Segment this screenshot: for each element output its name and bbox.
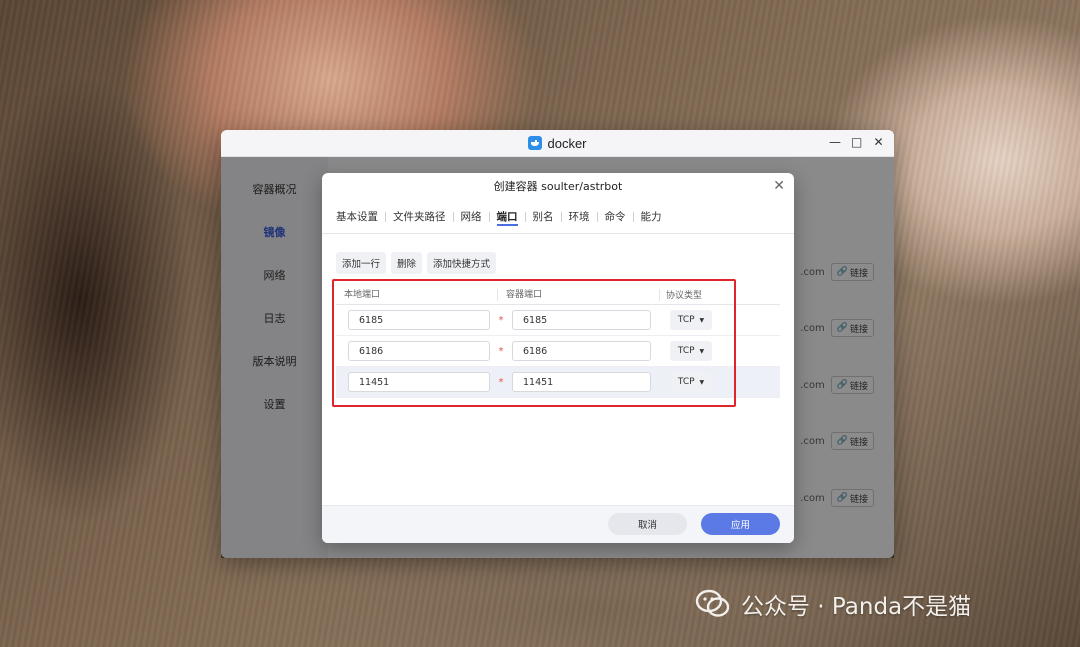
watermark-text: 公众号 · Panda不是猫 <box>741 594 972 620</box>
dialog-footer: 取消 应用 <box>322 505 794 543</box>
window-title: docker <box>547 135 587 151</box>
add-shortcut-button[interactable]: 添加快捷方式 <box>427 252 497 274</box>
tab-environment[interactable]: 环境 <box>562 200 597 234</box>
delete-button[interactable]: 删除 <box>391 252 423 274</box>
window-titlebar: docker — □ ✕ <box>221 130 894 157</box>
tab-alias[interactable]: 别名 <box>526 200 561 234</box>
cancel-button[interactable]: 取消 <box>608 513 687 535</box>
tab-network[interactable]: 网络 <box>454 200 489 234</box>
wechat-icon <box>695 589 731 619</box>
apply-button[interactable]: 应用 <box>701 513 780 535</box>
minimize-icon[interactable]: — <box>829 135 841 149</box>
dialog-tabs: 基本设置 文件夹路径 网络 端口 别名 环境 命令 能力 <box>322 200 794 234</box>
ports-toolbar: 添加一行 删除 添加快捷方式 <box>336 252 497 274</box>
highlight-annotation-box <box>332 279 736 407</box>
close-icon[interactable]: ✕ <box>873 135 884 149</box>
maximize-icon[interactable]: □ <box>851 135 862 149</box>
tab-command[interactable]: 命令 <box>598 200 633 234</box>
dialog-title: 创建容器 soulter/astrbot ✕ <box>322 173 794 200</box>
docker-logo-icon <box>528 136 543 150</box>
window-controls: — □ ✕ <box>829 135 884 149</box>
tab-basic-settings[interactable]: 基本设置 <box>336 200 385 234</box>
watermark: 公众号 · Panda不是猫 <box>695 586 971 622</box>
tab-folder-paths[interactable]: 文件夹路径 <box>386 200 453 234</box>
add-row-button[interactable]: 添加一行 <box>336 252 387 274</box>
tab-capabilities[interactable]: 能力 <box>634 200 669 234</box>
tab-ports[interactable]: 端口 <box>490 200 525 234</box>
close-icon[interactable]: ✕ <box>773 173 785 200</box>
